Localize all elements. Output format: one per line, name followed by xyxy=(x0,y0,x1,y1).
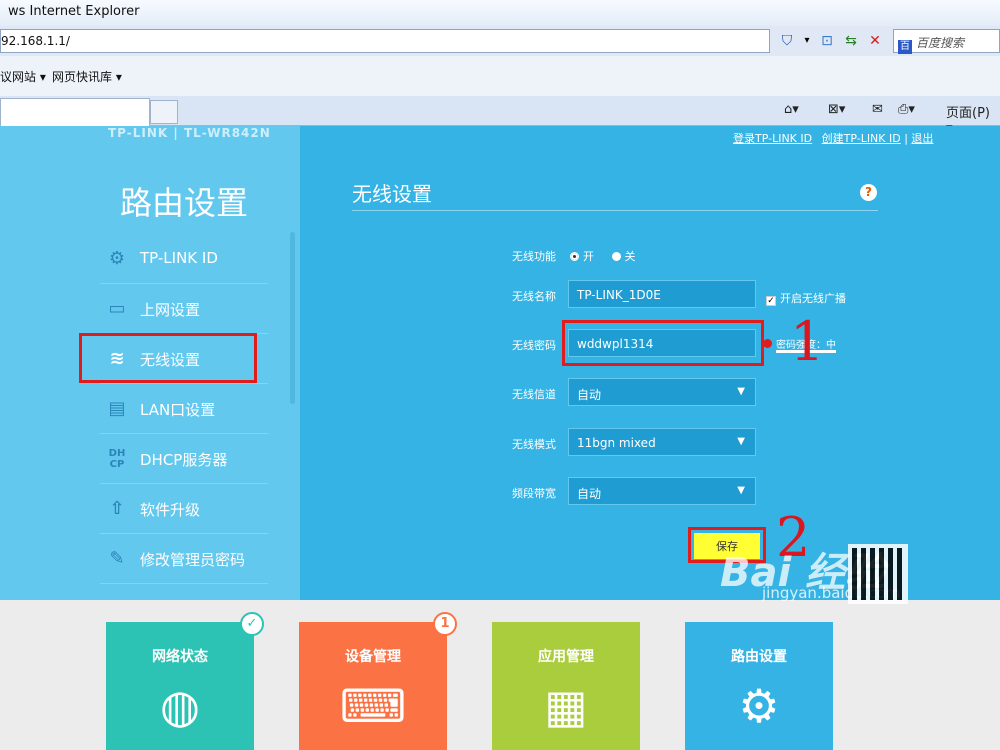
sidebar-item-label: 软件升级 xyxy=(140,501,201,519)
tile-network-status[interactable]: ✓ 网络状态 ◍ xyxy=(106,612,264,750)
channel-select[interactable]: 自动 ▼ xyxy=(568,378,756,406)
tile-router-settings[interactable]: 路由设置 ⚙ xyxy=(685,622,833,750)
tile-device-management[interactable]: 1 设备管理 ⌨ xyxy=(299,612,457,750)
wireless-function-radios: 开 关 xyxy=(570,248,650,264)
ssid-label: 无线名称 xyxy=(512,290,556,303)
compat-view-icon[interactable]: ⊡ xyxy=(816,30,838,52)
highlight-password-box xyxy=(562,320,764,366)
browser-tab[interactable] xyxy=(0,98,150,126)
ssid-field[interactable]: TP-LINK_1D0E xyxy=(568,280,756,308)
login-link[interactable]: 登录TP-LINK ID xyxy=(733,132,812,145)
dhcp-icon: DH CP xyxy=(108,448,126,470)
search-placeholder: 百度搜索 xyxy=(916,36,965,50)
refresh-icon[interactable]: ⇆ xyxy=(840,30,862,52)
radio-on-label: 开 xyxy=(583,250,594,263)
help-icon[interactable]: ? xyxy=(860,184,877,201)
qr-code-icon xyxy=(848,544,908,604)
browser-title-bar: ws Internet Explorer xyxy=(0,0,1000,26)
sidebar-item-label: LAN口设置 xyxy=(140,401,216,419)
laptop-icon: ⌨ xyxy=(339,679,407,733)
monitor-icon: ▭ xyxy=(108,298,126,319)
step-number-1: 1 xyxy=(790,310,825,373)
radio-off-label: 关 xyxy=(624,250,636,263)
tile-label: 应用管理 xyxy=(538,649,594,665)
sidebar-item-dhcp[interactable]: DH CP DHCP服务器 xyxy=(100,434,268,484)
check-badge-icon: ✓ xyxy=(240,612,264,636)
mail-icon[interactable]: ✉ xyxy=(872,102,883,117)
highlight-wireless-box xyxy=(79,333,257,383)
broadcast-checkbox[interactable]: ✓ 开启无线广播 xyxy=(766,290,846,306)
tile-label: 路由设置 xyxy=(731,649,787,665)
channel-value: 自动 xyxy=(577,388,602,402)
account-links: 登录TP-LINK ID 创建TP-LINK ID | 退出 xyxy=(733,132,934,145)
address-bar[interactable]: 92.168.1.1/ xyxy=(0,29,770,53)
tile-label: 设备管理 xyxy=(345,649,401,665)
sidebar-item-lan[interactable]: ▤ LAN口设置 xyxy=(100,384,268,434)
address-row: 92.168.1.1/ ⛉ ▾ ⊡ ⇆ ✕ 百百度搜索 xyxy=(0,26,1000,56)
mode-value: 11bgn mixed xyxy=(577,436,656,450)
home-icon[interactable]: ⌂▾ xyxy=(784,102,799,117)
pencil-icon: ✎ xyxy=(109,548,125,569)
browser-title: ws Internet Explorer xyxy=(8,4,140,19)
bandwidth-label: 频段带宽 xyxy=(512,487,556,500)
print-icon[interactable]: ⎙▾ xyxy=(898,102,915,117)
sidebar-title: 路由设置 xyxy=(120,184,249,222)
baidu-paw-icon: 百 xyxy=(898,40,912,54)
radio-off[interactable] xyxy=(611,252,621,261)
favorite-suggested-sites[interactable]: 议网站 ▾ xyxy=(0,68,46,85)
gear-icon: ⚙ xyxy=(108,248,126,269)
dropdown-arrow-icon: ▼ xyxy=(737,485,745,496)
mode-select[interactable]: 11bgn mixed ▼ xyxy=(568,428,756,456)
sidebar-item-upgrade[interactable]: ⇧ 软件升级 xyxy=(100,484,268,534)
lan-icon: ▤ xyxy=(108,398,126,419)
new-tab-button[interactable] xyxy=(150,100,178,124)
sidebar-item-admin-password[interactable]: ✎ 修改管理员密码 xyxy=(100,534,268,584)
password-label: 无线密码 xyxy=(512,339,556,352)
sidebar-item-label: 修改管理员密码 xyxy=(140,551,246,569)
checkbox-checked-icon: ✓ xyxy=(766,296,776,306)
search-input[interactable]: 百百度搜索 xyxy=(893,29,1000,54)
sidebar-item-internet[interactable]: ▭ 上网设置 xyxy=(100,284,268,334)
favorite-web-slice-gallery[interactable]: 网页快讯库 ▾ xyxy=(52,68,122,85)
broadcast-label: 开启无线广播 xyxy=(780,292,846,305)
stop-icon[interactable]: ✕ xyxy=(864,30,886,52)
title-divider xyxy=(352,210,878,211)
mode-label: 无线模式 xyxy=(512,438,556,451)
tab-row: ⌂▾ ⊠▾ ✉ ⎙▾ 页面(P) ▾ xyxy=(0,96,1000,136)
dropdown-arrow-icon: ▼ xyxy=(737,436,745,447)
radio-on[interactable] xyxy=(570,252,579,261)
page-title: 无线设置 xyxy=(352,182,432,206)
globe-icon: ◍ xyxy=(159,679,201,733)
upload-icon: ⇧ xyxy=(109,498,125,519)
wireless-function-label: 无线功能 xyxy=(512,250,556,263)
gear-icon: ⚙ xyxy=(738,679,780,733)
favorites-bar: 议网站 ▾ 网页快讯库 ▾ xyxy=(0,56,1000,96)
bottom-tiles-area: ✓ 网络状态 ◍ 1 设备管理 ⌨ 应用管理 ▦ 路由设置 ⚙ xyxy=(0,600,1000,750)
tplink-logo: TP-LINK | TL-WR842N xyxy=(108,126,271,140)
channel-label: 无线信道 xyxy=(512,388,556,401)
count-badge: 1 xyxy=(433,612,457,636)
logout-link[interactable]: 退出 xyxy=(911,132,933,145)
create-id-link[interactable]: 创建TP-LINK ID xyxy=(822,132,901,145)
bandwidth-value: 自动 xyxy=(577,487,602,501)
shield-icon[interactable]: ⛉ xyxy=(776,30,798,52)
sidebar-item-label: DHCP服务器 xyxy=(140,451,228,469)
feeds-icon[interactable]: ⊠▾ xyxy=(828,102,845,117)
sidebar-scrollbar[interactable] xyxy=(290,232,295,404)
sidebar-item-label: TP-LINK ID xyxy=(140,249,218,267)
sidebar-item-label: 上网设置 xyxy=(140,301,201,319)
router-page: TP-LINK | TL-WR842N 路由设置 ⚙ TP-LINK ID ▭ … xyxy=(0,126,1000,750)
bandwidth-select[interactable]: 自动 ▼ xyxy=(568,477,756,505)
tile-label: 网络状态 xyxy=(152,649,208,665)
dropdown-arrow-icon[interactable]: ▾ xyxy=(796,30,818,52)
warning-icon xyxy=(763,339,772,348)
sidebar-item-tplink-id[interactable]: ⚙ TP-LINK ID xyxy=(100,234,268,284)
tile-app-management[interactable]: 应用管理 ▦ xyxy=(492,622,640,750)
dropdown-arrow-icon: ▼ xyxy=(737,386,745,397)
apps-grid-icon: ▦ xyxy=(544,679,588,733)
